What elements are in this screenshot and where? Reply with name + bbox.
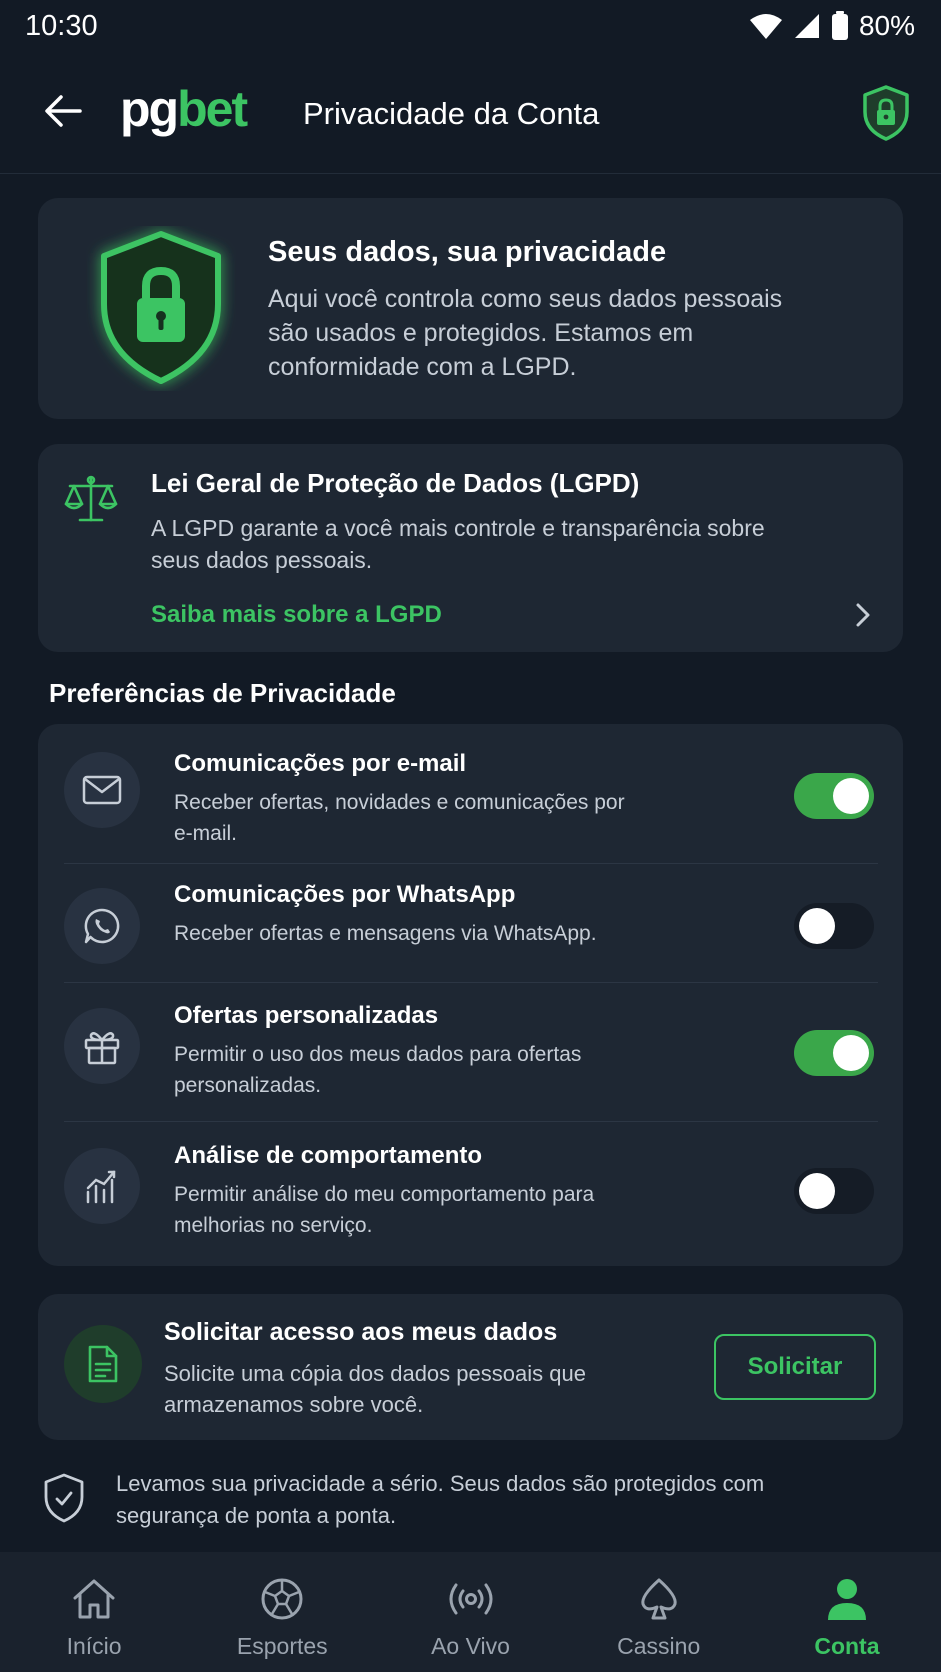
nav-item-inicio[interactable]: Início — [0, 1552, 188, 1672]
nav-item-cassino[interactable]: Cassino — [565, 1552, 753, 1672]
data-access-text: Solicite uma cópia dos dados pessoais qu… — [164, 1361, 586, 1417]
privacy-screen: 10:30 80% pgbet Privacidade da Conta Seu… — [0, 0, 941, 1672]
analytics-icon — [64, 1148, 140, 1224]
pref-email-title: Comunicações por e-mail — [174, 750, 467, 777]
back-button[interactable] — [38, 86, 88, 136]
pref-analytics-row: Análise de comportamento Permitir anális… — [38, 1122, 903, 1266]
security-note-text: Levamos sua privacidade a sério. Seus da… — [116, 1471, 765, 1528]
mail-icon — [64, 752, 140, 828]
soccer-ball-icon — [257, 1574, 307, 1624]
pgbet-logo: pgbet — [120, 80, 248, 138]
security-note: Levamos sua privacidade a sério. Seus da… — [0, 1468, 941, 1538]
status-time: 10:30 — [25, 10, 98, 42]
app-header: pgbet Privacidade da Conta — [0, 56, 941, 174]
lgpd-card[interactable]: Lei Geral de Proteção de Dados (LGPD) A … — [38, 444, 903, 652]
home-icon — [69, 1574, 119, 1624]
nav-label: Esportes — [236, 1633, 328, 1659]
battery-level: 80% — [858, 10, 915, 41]
chevron-right-icon — [856, 603, 870, 627]
bottom-navigation: Início Esportes Ao Vivo Cassino Conta — [0, 1552, 941, 1672]
nav-label: Cassino — [617, 1633, 701, 1659]
status-bar: 10:30 80% — [0, 0, 941, 56]
status-icons: 80% — [749, 10, 915, 42]
signal-icon — [794, 14, 819, 38]
pref-email-description: Receber ofertas, novidades e comunicaçõe… — [174, 791, 625, 845]
pref-analytics-toggle[interactable] — [794, 1168, 874, 1214]
logo-bet: bet — [177, 81, 248, 137]
pref-email-row: Comunicações por e-mail Receber ofertas,… — [38, 724, 903, 864]
lgpd-title: Lei Geral de Proteção de Dados (LGPD) — [151, 468, 640, 498]
lgpd-learn-more-link[interactable]: Saiba mais sobre a LGPD — [151, 601, 442, 629]
user-icon — [822, 1574, 872, 1624]
pref-analytics-description: Permitir análise do meu comportamento pa… — [174, 1183, 595, 1237]
privacy-preferences-card: Comunicações por e-mail Receber ofertas,… — [38, 724, 903, 1266]
nav-item-esportes[interactable]: Esportes — [188, 1552, 376, 1672]
lgpd-text: A LGPD garante a você mais controle e tr… — [151, 515, 765, 573]
pref-offers-row: Ofertas personalizadas Permitir o uso do… — [38, 982, 903, 1122]
nav-item-ao-vivo[interactable]: Ao Vivo — [376, 1552, 564, 1672]
spade-icon — [634, 1574, 684, 1624]
live-broadcast-icon — [446, 1574, 496, 1624]
pref-analytics-title: Análise de comportamento — [174, 1142, 483, 1169]
arrow-left-icon — [45, 95, 82, 127]
nav-item-conta[interactable]: Conta — [753, 1552, 941, 1672]
hero-title: Seus dados, sua privacidade — [268, 236, 667, 268]
page-title: Privacidade da Conta — [303, 96, 600, 131]
pref-email-toggle[interactable] — [794, 773, 874, 819]
data-access-card: Solicitar acesso aos meus dados Solicite… — [38, 1294, 903, 1440]
whatsapp-icon — [64, 888, 140, 964]
nav-label: Conta — [814, 1633, 880, 1659]
shield-lock-icon — [101, 231, 221, 384]
nav-label: Início — [66, 1633, 122, 1659]
data-access-title: Solicitar acesso aos meus dados — [164, 1318, 558, 1346]
request-data-button[interactable]: Solicitar — [714, 1334, 876, 1400]
pref-whatsapp-description: Receber ofertas e mensagens via WhatsApp… — [174, 922, 597, 945]
shield-check-icon — [44, 1473, 84, 1523]
nav-label: Ao Vivo — [431, 1633, 510, 1659]
wifi-icon — [749, 14, 782, 39]
pref-whatsapp-toggle[interactable] — [794, 903, 874, 949]
pref-whatsapp-row: Comunicações por WhatsApp Receber oferta… — [38, 864, 903, 982]
pref-offers-title: Ofertas personalizadas — [174, 1002, 439, 1029]
pref-offers-toggle[interactable] — [794, 1030, 874, 1076]
logo-pg: pg — [120, 81, 179, 137]
privacy-hero-card: Seus dados, sua privacidade Aqui você co… — [38, 198, 903, 419]
shield-lock-icon[interactable] — [861, 84, 911, 142]
battery-icon — [831, 11, 848, 40]
scales-icon — [64, 475, 118, 522]
hero-text: Aqui você controla como seus dados pesso… — [268, 285, 783, 381]
pref-whatsapp-title: Comunicações por WhatsApp — [174, 881, 516, 908]
document-icon — [64, 1325, 142, 1403]
privacy-preferences-heading: Preferências de Privacidade — [49, 678, 396, 708]
gift-icon — [64, 1008, 140, 1084]
pref-offers-description: Permitir o uso dos meus dados para ofert… — [174, 1043, 582, 1097]
